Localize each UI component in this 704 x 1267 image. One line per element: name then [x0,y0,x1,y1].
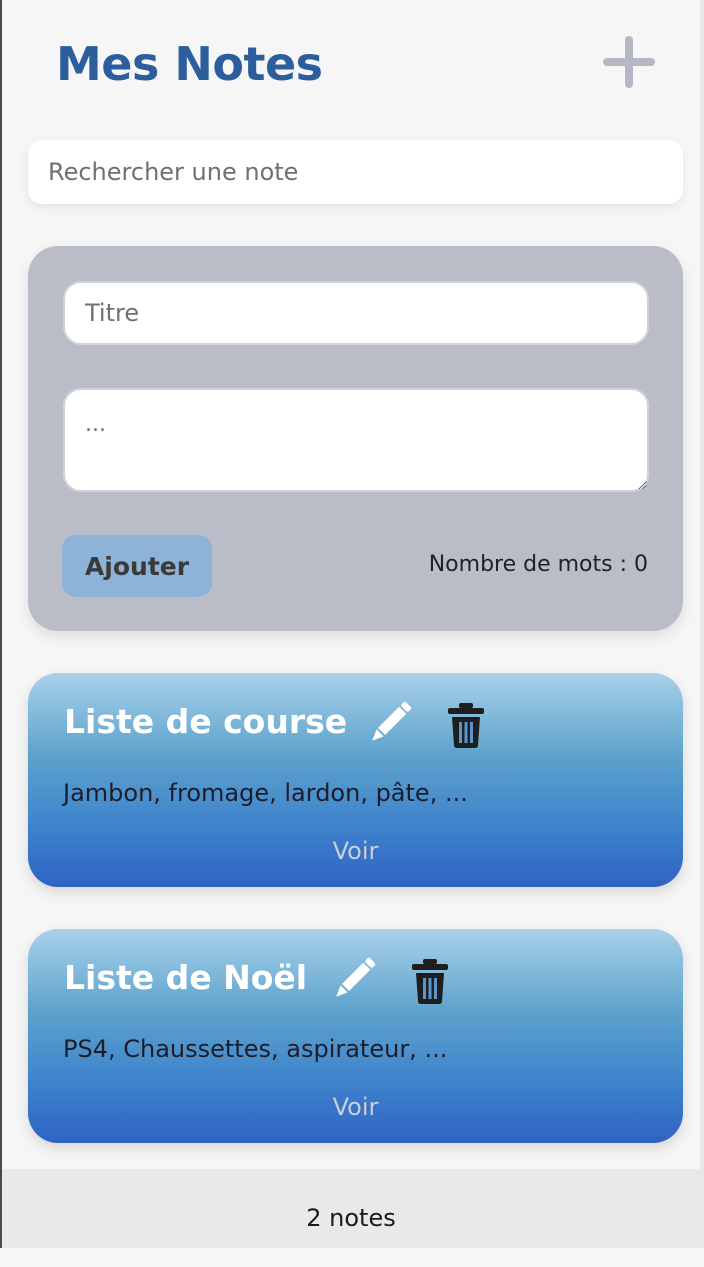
note-title: Liste de Noël [64,958,308,997]
trash-icon[interactable] [409,957,451,1005]
pencil-icon[interactable] [330,955,378,1003]
word-count-label: Nombre de mots : 0 [428,552,648,577]
search-input[interactable] [28,140,683,204]
scrollbar[interactable] [700,0,704,1248]
new-note-form: Ajouter Nombre de mots : 0 [28,246,683,631]
note-excerpt: Jambon, fromage, lardon, pâte, ... [63,779,468,807]
add-note-button[interactable]: Ajouter [62,535,212,597]
window-left-border [0,0,2,1248]
note-title: Liste de course [64,702,348,741]
footer: 2 notes [2,1169,700,1248]
note-title-field[interactable] [63,281,649,345]
view-note-link[interactable]: Voir [28,1093,683,1121]
notes-count: 2 notes [306,1204,396,1232]
pencil-icon[interactable] [366,699,414,747]
page-title: Mes Notes [56,37,323,91]
plus-icon[interactable] [601,34,657,90]
note-excerpt: PS4, Chaussettes, aspirateur, ... [63,1035,448,1063]
trash-icon[interactable] [445,701,487,749]
note-body-field[interactable] [63,388,649,492]
note-card: Liste de course Jambon, fromage, lardon,… [28,673,683,887]
note-card: Liste de Noël PS4, Chaussettes, aspirate… [28,929,683,1143]
view-note-link[interactable]: Voir [28,837,683,865]
